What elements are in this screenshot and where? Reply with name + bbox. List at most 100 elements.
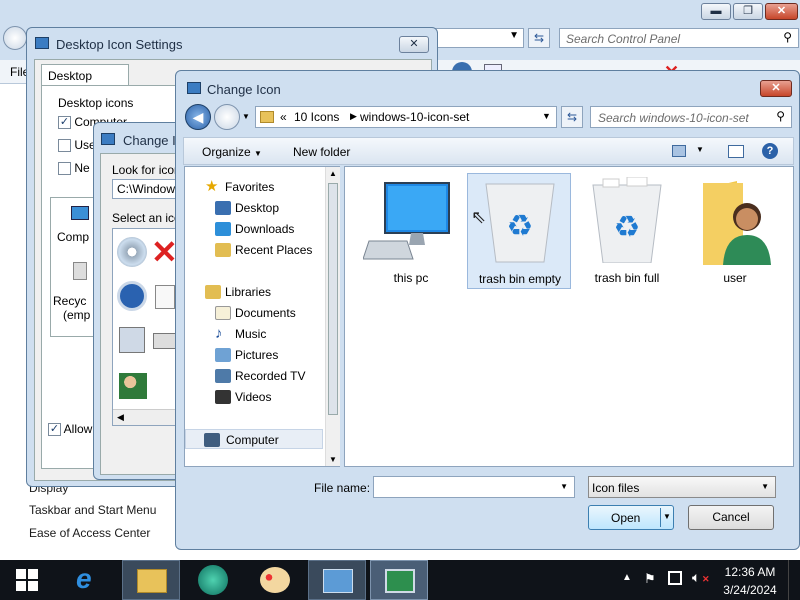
tray-overflow-icon[interactable]: ▲ [622,572,632,583]
path-value: C:\Windows [117,182,182,196]
file-item-this-pc[interactable]: this pc [359,175,463,287]
nav-recent-places[interactable]: Recent Places [185,240,312,260]
breadcrumb-current[interactable]: windows-10-icon-set [360,110,469,124]
nav-pictures[interactable]: Pictures [185,345,278,365]
preview-pane-icon[interactable] [728,145,744,158]
forward-button[interactable] [214,104,240,130]
file-item-trash-bin-empty[interactable]: ♻ trash bin empty [467,173,571,289]
nav-libraries[interactable]: Libraries [185,282,271,302]
computer-icon [204,433,220,447]
refresh-icon[interactable]: ⇆ [528,28,550,48]
action-center-flag-icon[interactable]: ⚑ [644,571,656,587]
start-button[interactable] [0,560,54,600]
checkbox-network[interactable]: Ne [58,161,90,176]
show-desktop-button[interactable] [788,560,800,600]
nav-scrollbar[interactable]: ▲ ▼ [325,167,340,466]
view-options-icon[interactable] [672,145,686,157]
file-list[interactable]: this pc ♻ trash bin empty ♻ trash bin fu… [344,166,794,467]
window-icon[interactable] [119,327,145,353]
taskbar-media-app[interactable] [184,560,242,600]
breadcrumb-bar[interactable]: « 10 Icons ▶ windows-10-icon-set ▼ [255,106,557,128]
checkbox-icon[interactable]: ✓ [58,116,71,130]
taskbar-control-panel[interactable] [308,560,366,600]
cancel-button[interactable]: Cancel [688,505,774,530]
star-icon: ★ [205,178,219,195]
file-item-user[interactable]: user [683,175,787,287]
breadcrumb-10-icons[interactable]: 10 Icons [294,110,339,124]
muted-x-icon: ✕ [702,574,710,584]
checkbox-icon[interactable] [58,139,71,153]
close-button[interactable]: ✕ [765,3,798,20]
taskbar-personalization[interactable] [370,560,428,600]
file-name-label: File name: [314,481,371,495]
taskbar-paint[interactable] [246,560,304,600]
file-item-trash-bin-full[interactable]: ♻ trash bin full [575,175,679,287]
scroll-left-icon[interactable]: ◀ [117,412,124,423]
gear-icon[interactable] [117,281,147,311]
help-icon[interactable]: ? [762,143,778,159]
internet-explorer-icon: e [76,563,92,594]
music-icon: ♪ [215,325,223,342]
chevron-down-icon[interactable]: ▼ [509,30,519,41]
nav-downloads[interactable]: Downloads [185,219,294,239]
chevron-down-icon[interactable]: ▼ [663,506,671,528]
search-input[interactable]: Search windows-10-icon-set ⚲ [590,106,792,128]
taskbar-internet-explorer[interactable]: e [60,560,118,600]
open-button[interactable]: Open ▼ [588,505,674,530]
libraries-icon [205,285,221,299]
file-type-select[interactable]: Icon files ▼ [588,476,776,498]
checkbox-icon[interactable]: ✓ [48,423,61,437]
icon-label-empty: (emp [63,308,91,322]
folder-icon [260,111,274,123]
close-button[interactable]: ✕ [760,80,792,97]
organize-button[interactable]: Organize ▼ [202,145,262,159]
view-dropdown-icon[interactable]: ▼ [696,145,704,154]
clock-time[interactable]: 12:36 AM [724,565,776,579]
close-button[interactable]: ✕ [399,36,429,53]
navigation-pane[interactable]: ★ Favorites Desktop Downloads Recent Plac… [184,166,340,467]
icon-label-recycle: Recyc [53,294,87,308]
chevron-down-icon[interactable]: ▼ [542,111,551,121]
address-bar[interactable]: ▼ [428,28,524,48]
nav-music[interactable]: ♪ Music [185,324,266,344]
chevron-down-icon[interactable]: ▼ [560,482,568,491]
network-icon[interactable] [668,571,682,585]
back-button[interactable]: ◀ [185,104,211,130]
window-app-icon [35,37,49,49]
chevron-down-icon[interactable]: ▼ [761,482,769,491]
nav-computer[interactable]: Computer [185,429,323,449]
new-folder-button[interactable]: New folder [293,145,350,159]
minimize-button[interactable]: ▬ [701,3,731,20]
document-icon[interactable] [155,285,175,309]
checkbox-user[interactable]: Use [58,138,96,153]
scroll-up-icon[interactable]: ▲ [329,169,337,178]
nav-desktop[interactable]: Desktop [185,198,279,218]
refresh-button[interactable]: ⇆ [561,106,583,128]
scroll-thumb[interactable] [328,183,338,415]
link-ease-of-access[interactable]: Ease of Access Center [29,526,150,540]
nav-recorded-tv[interactable]: Recorded TV [185,366,305,386]
tab-desktop-icons[interactable]: Desktop Icons [41,64,129,97]
link-taskbar[interactable]: Taskbar and Start Menu [29,503,156,517]
nav-favorites[interactable]: ★ Favorites [185,177,274,197]
cd-icon[interactable] [117,237,147,267]
back-button[interactable] [3,26,27,50]
nav-documents[interactable]: Documents [185,303,296,323]
checkbox-icon[interactable] [58,162,71,176]
history-dropdown-icon[interactable]: ▼ [242,112,250,121]
printer-icon[interactable] [153,333,177,349]
file-name-input[interactable]: ▼ [373,476,575,498]
x-red-icon[interactable]: ✕ [151,233,178,271]
search-input[interactable]: Search Control Panel ⚲ [559,28,799,48]
nav-videos[interactable]: Videos [185,387,271,407]
file-label: trash bin empty [478,272,562,286]
breadcrumb-overflow[interactable]: « [280,110,287,124]
checkbox-allow-themes[interactable]: ✓ Allow [48,422,92,437]
clock-date[interactable]: 3/24/2024 [720,583,780,597]
maximize-button[interactable]: ❐ [733,3,763,20]
taskbar-file-explorer[interactable] [122,560,180,600]
scroll-down-icon[interactable]: ▼ [329,455,337,464]
volume-muted-icon[interactable]: 🔈︎ [692,569,700,586]
dialog-title: Change Icon [207,82,281,97]
users-icon[interactable] [119,373,147,399]
